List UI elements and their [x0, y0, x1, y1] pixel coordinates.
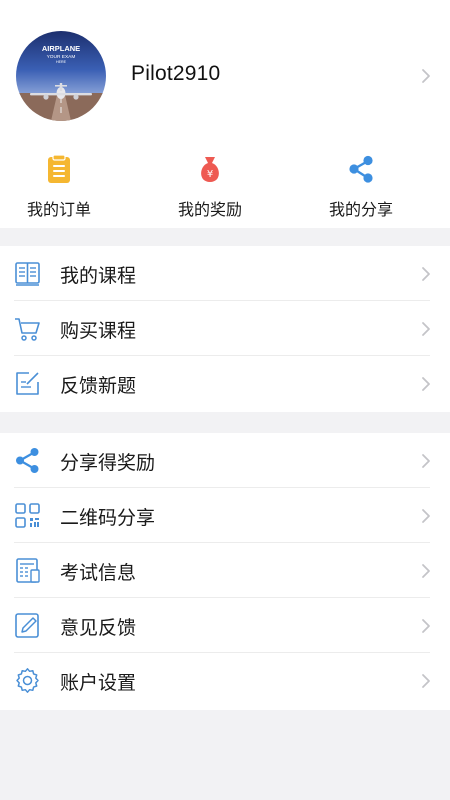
- menu-item-label: 意见反馈: [60, 617, 137, 639]
- exam-info-icon: [16, 558, 40, 583]
- edit-box-icon: [16, 372, 39, 395]
- cart-icon: [15, 318, 40, 341]
- quick-action-label: 我的分享: [328, 200, 393, 219]
- menu-item-label: 我的课程: [60, 265, 137, 287]
- chevron-right-icon: [422, 509, 430, 523]
- svg-text:AIRPLANE: AIRPLANE: [42, 44, 80, 53]
- username: Pilot2910: [131, 62, 221, 85]
- share-icon: [16, 448, 39, 473]
- chevron-right-icon: [422, 377, 430, 391]
- avatar[interactable]: AIRPLANE YOUR EXAM HERE: [16, 31, 106, 121]
- money-bag-icon: ¥: [201, 157, 219, 182]
- menu-item-label: 账户设置: [60, 672, 137, 694]
- menu-item-feedback-questions[interactable]: 反馈新题: [0, 356, 450, 411]
- chevron-right-icon: [422, 454, 430, 468]
- chevron-right-icon: [422, 619, 430, 633]
- chevron-right-icon: [422, 322, 430, 336]
- qrcode-icon: [15, 503, 40, 528]
- feedback-pen-icon: [15, 613, 39, 638]
- menu-item-feedback[interactable]: 意见反馈: [0, 598, 450, 653]
- menu-item-label: 考试信息: [60, 562, 137, 584]
- quick-action-label: 我的订单: [26, 200, 91, 219]
- menu-group-account: 分享得奖励 二维码分享 考试信息 意见反馈 账户设置: [0, 433, 450, 710]
- menu-item-label: 分享得奖励: [60, 452, 156, 474]
- quick-action-orders[interactable]: 我的订单: [0, 150, 124, 220]
- svg-text:HERE: HERE: [56, 60, 67, 64]
- menu-item-label: 反馈新题: [60, 375, 137, 397]
- menu-item-buy-courses[interactable]: 购买课程: [0, 301, 450, 356]
- share-icon: [349, 155, 373, 183]
- chevron-right-icon: [422, 267, 430, 281]
- menu-item-label: 二维码分享: [60, 507, 156, 529]
- chevron-right-icon: [422, 674, 430, 688]
- quick-action-share[interactable]: 我的分享: [296, 150, 426, 220]
- chevron-right-icon: [422, 69, 430, 83]
- clipboard-icon: [48, 154, 70, 183]
- svg-text:¥: ¥: [207, 169, 213, 180]
- menu-group-courses: 我的课程 购买课程 反馈新题: [0, 246, 450, 412]
- quick-action-label: 我的奖励: [177, 200, 242, 219]
- menu-item-exam-info[interactable]: 考试信息: [0, 543, 450, 598]
- book-icon: [15, 262, 40, 286]
- menu-item-my-courses[interactable]: 我的课程: [0, 246, 450, 301]
- menu-item-account-settings[interactable]: 账户设置: [0, 653, 450, 708]
- menu-item-label: 购买课程: [60, 320, 137, 342]
- menu-item-qrcode-share[interactable]: 二维码分享: [0, 488, 450, 543]
- profile-card[interactable]: AIRPLANE YOUR EXAM HERE Pilot2910 我的订单 ¥…: [0, 0, 450, 228]
- settings-gear-icon: [16, 668, 39, 693]
- chevron-right-icon: [422, 564, 430, 578]
- menu-item-share-rewards[interactable]: 分享得奖励: [0, 433, 450, 488]
- airplane-avatar-image: AIRPLANE YOUR EXAM HERE: [16, 31, 106, 121]
- quick-action-rewards[interactable]: ¥ 我的奖励: [145, 150, 275, 220]
